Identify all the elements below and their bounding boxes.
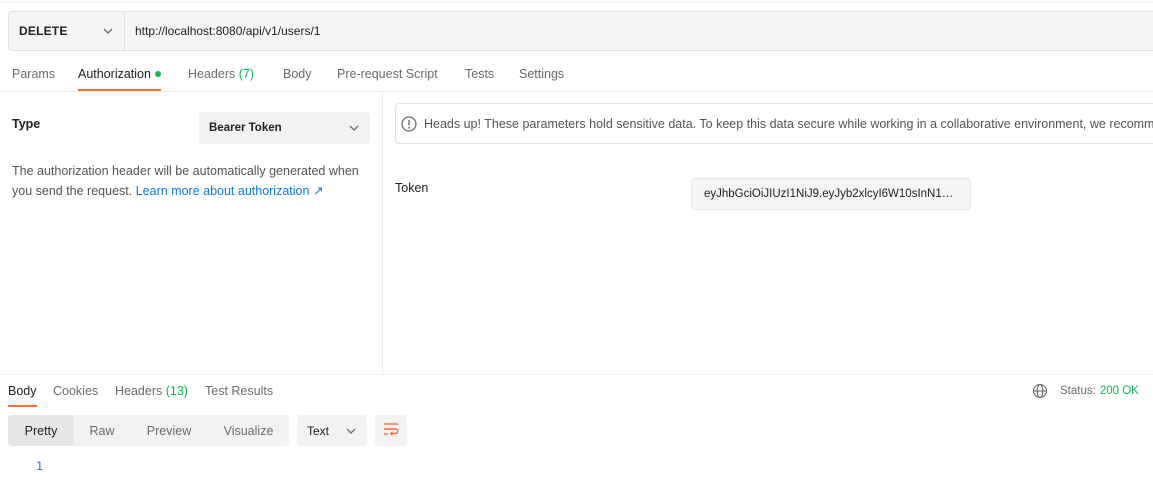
format-select[interactable]: Text bbox=[297, 415, 367, 446]
tab-tests[interactable]: Tests bbox=[465, 67, 494, 81]
sensitive-data-notice: Heads up! These parameters hold sensitiv… bbox=[395, 103, 1153, 144]
auth-type-value: Bearer Token bbox=[209, 122, 282, 134]
wrap-lines-button[interactable] bbox=[375, 415, 407, 446]
auth-description: The authorization header will be automat… bbox=[12, 161, 377, 201]
response-tab-headers-count: (13) bbox=[165, 384, 188, 398]
external-link-icon: ↗ bbox=[312, 184, 324, 198]
token-label: Token bbox=[395, 181, 429, 195]
active-dot-icon bbox=[154, 70, 161, 77]
line-number: 1 bbox=[36, 459, 43, 473]
tab-authorization-label: Authorization bbox=[78, 67, 151, 81]
pane-divider bbox=[382, 92, 383, 374]
learn-more-link-label: Learn more about authorization bbox=[135, 184, 310, 198]
notice-text: Heads up! These parameters hold sensitiv… bbox=[424, 116, 1153, 131]
tab-tests-label: Tests bbox=[465, 67, 495, 81]
response-divider bbox=[0, 374, 1153, 375]
url-input[interactable]: http://localhost:8080/api/v1/users/1 bbox=[125, 24, 1153, 38]
learn-more-link[interactable]: Learn more about authorization ↗ bbox=[136, 184, 324, 198]
response-tab-headers-label: Headers bbox=[115, 384, 163, 398]
chevron-down-icon bbox=[348, 122, 360, 134]
request-tabs: Params Authorization Headers (7) Body Pr… bbox=[0, 62, 1153, 92]
view-pretty-button[interactable]: Pretty bbox=[8, 415, 74, 446]
tab-pre-request-script[interactable]: Pre-request Script bbox=[337, 67, 438, 81]
tab-headers[interactable]: Headers (7) bbox=[188, 67, 254, 81]
view-visualize-button[interactable]: Visualize bbox=[208, 415, 289, 446]
tab-authorization[interactable]: Authorization bbox=[78, 67, 161, 91]
response-status: Status: 200 OK bbox=[1032, 383, 1139, 399]
response-tab-test-results-label: Test Results bbox=[205, 384, 274, 398]
response-tab-body[interactable]: Body bbox=[8, 384, 37, 407]
view-raw-button[interactable]: Raw bbox=[74, 415, 130, 446]
status-label: Status: bbox=[1060, 385, 1096, 397]
info-circle-icon bbox=[401, 115, 417, 132]
token-input[interactable]: eyJhbGciOiJIUzI1NiJ9.eyJyb2xlcyI6W10sInN… bbox=[691, 178, 971, 210]
method-select[interactable]: DELETE bbox=[9, 12, 125, 50]
tab-body-label: Body bbox=[283, 67, 312, 81]
format-value: Text bbox=[307, 423, 330, 438]
status-badge: 200 OK bbox=[1099, 385, 1139, 397]
globe-icon[interactable] bbox=[1032, 383, 1048, 399]
chevron-down-icon bbox=[102, 25, 114, 37]
auth-type-label: Type bbox=[12, 117, 41, 131]
response-tab-cookies[interactable]: Cookies bbox=[53, 384, 98, 398]
view-mode-group: Pretty Raw Preview Visualize bbox=[8, 415, 289, 446]
wrap-lines-icon bbox=[383, 422, 399, 439]
request-bar: DELETE http://localhost:8080/api/v1/user… bbox=[8, 11, 1153, 51]
auth-type-select[interactable]: Bearer Token bbox=[199, 112, 370, 144]
tab-settings-label: Settings bbox=[519, 67, 565, 81]
response-tab-body-label: Body bbox=[8, 384, 37, 398]
top-divider bbox=[0, 2, 1153, 3]
tab-params-label: Params bbox=[12, 67, 56, 81]
chevron-down-icon bbox=[345, 425, 357, 437]
response-tab-headers[interactable]: Headers (13) bbox=[115, 384, 188, 398]
tab-body[interactable]: Body bbox=[283, 67, 312, 81]
tab-pre-request-script-label: Pre-request Script bbox=[337, 67, 438, 81]
view-preview-button[interactable]: Preview bbox=[130, 415, 208, 446]
token-value: eyJhbGciOiJIUzI1NiJ9.eyJyb2xlcyI6W10sInN… bbox=[704, 188, 958, 200]
tab-settings[interactable]: Settings bbox=[519, 67, 564, 81]
response-tab-test-results[interactable]: Test Results bbox=[205, 384, 273, 398]
tab-params[interactable]: Params bbox=[12, 67, 55, 81]
method-label: DELETE bbox=[19, 24, 68, 38]
tab-headers-label: Headers bbox=[188, 67, 236, 81]
tab-headers-count: (7) bbox=[238, 67, 255, 81]
response-tab-cookies-label: Cookies bbox=[53, 384, 99, 398]
